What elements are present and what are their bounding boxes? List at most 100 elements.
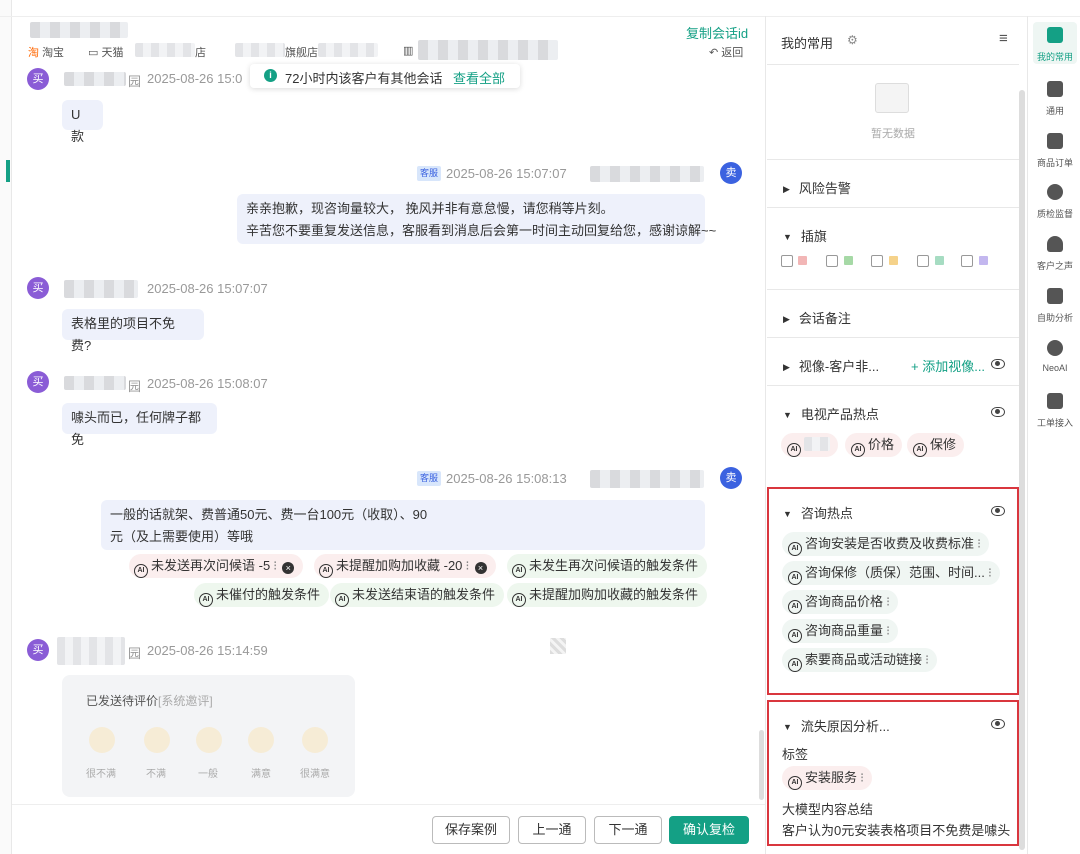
other-sessions-notice: i 72小时内该客户有其他会话 查看全部 [250,64,520,88]
ai-icon: AI [913,443,927,457]
confirm-recheck-button[interactable]: 确认复检 [669,816,749,844]
section-title: 插旗 [800,229,827,244]
hot-tag[interactable]: AI [781,433,838,457]
hot-tag[interactable]: AI 保修 [907,433,965,457]
left-gutter [0,0,12,854]
nav-general[interactable]: 通用 [1030,81,1080,117]
flag-checkbox[interactable] [871,255,883,267]
consult-tag[interactable]: AI 索要商品或活动链接 ⁝ [782,648,938,672]
section-title: 会话备注 [798,311,851,326]
add-video-link[interactable]: + 添加视像... [911,356,985,375]
caret-down-icon[interactable]: ▼ [783,722,792,732]
hot-tag[interactable]: AI 价格 [845,433,903,457]
nav-neoai[interactable]: NeoAI [1030,340,1080,373]
copy-session-id-link[interactable]: 复制会话id [686,23,748,42]
qc-tag-trigger[interactable]: AI 未发生再次问候语的触发条件 [507,554,708,578]
more-icon[interactable]: ⁝ [977,536,981,551]
face-unhappy-icon[interactable] [144,727,170,753]
shop-tmall: ▭ 天猫 [88,47,124,59]
more-icon[interactable]: ⁝ [860,770,864,785]
prev-session-button[interactable]: 上一通 [518,816,586,844]
eye-icon[interactable] [991,719,1005,729]
caret-down-icon[interactable]: ▼ [783,509,792,519]
seller-badge: 客服 [417,471,442,486]
qc-tag-trigger[interactable]: AI 未发送结束语的触发条件 [330,583,505,607]
nav-customer-voice[interactable]: 客户之声 [1030,236,1080,272]
ai-icon: AI [787,443,801,457]
store-icon: ▥ [403,45,414,57]
flag-checkbox[interactable] [961,255,973,267]
chart-icon [1047,288,1063,304]
seller-avatar: 卖 [720,467,742,489]
consult-tag[interactable]: AI 咨询商品重量 ⁝ [782,619,899,643]
view-all-link[interactable]: 查看全部 [453,68,505,87]
more-icon[interactable]: ⁝ [925,652,929,667]
ai-icon: AI [851,443,865,457]
shop-store: 店 [195,47,206,59]
nav-product-order[interactable]: 商品订单 [1030,133,1080,169]
shop-blur-3 [318,43,378,57]
more-icon[interactable]: ⁝ [886,594,890,609]
nav-ticket[interactable]: 工单接入 [1030,393,1080,429]
panel-scrollbar[interactable] [1019,90,1025,850]
buyer-avatar: 买 [27,371,49,393]
seller-name-blur [590,166,704,182]
more-icon[interactable]: ⁝ [886,623,890,638]
caret-right-icon: ▶ [783,314,790,324]
message-bubble: U 款 [62,100,103,144]
qc-tag-deduction[interactable]: AI 未提醒加购加收藏 -20 ⁝ × [314,554,496,578]
face-very-happy-icon[interactable] [302,727,328,753]
flag-purple-icon [979,256,988,265]
close-icon[interactable]: × [474,562,487,574]
face-happy-icon[interactable] [248,727,274,753]
back-button[interactable]: ↶ 返回 [709,44,743,60]
more-icon[interactable]: ⁝ [988,565,992,580]
eye-icon[interactable] [991,359,1005,369]
shop-blur-1 [135,43,195,57]
section-video[interactable]: ▶ 视像-客户非... + 添加视像... [767,337,1019,385]
undo-icon: ↶ [709,47,719,59]
app-root: { "header": { "copy_session_id": "复制会话id… [0,0,1080,854]
nav-my-common[interactable]: 我的常用 [1030,27,1080,63]
caret-right-icon: ▶ [783,362,790,372]
flag-checkbox[interactable] [781,255,793,267]
chat-icon [1047,81,1063,97]
save-case-button[interactable]: 保存案例 [432,816,510,844]
settings-icon[interactable]: ⚙ [847,33,858,47]
flag-checkbox[interactable] [917,255,929,267]
nav-self-analysis[interactable]: 自助分析 [1030,288,1080,324]
message-time: 2025-08-26 15:08:07 [147,376,268,391]
next-session-button[interactable]: 下一通 [594,816,662,844]
face-very-unhappy-icon[interactable] [89,727,115,753]
flag-checkbox[interactable] [826,255,838,267]
caret-down-icon[interactable]: ▼ [783,232,792,242]
nav-divider [1027,16,1028,854]
message-line: 辛苦您不要重复发送信息，客服看到消息后会第一时间主动回复给您，感谢谅解~~ [246,223,717,238]
flag-teal-icon [935,256,944,265]
qc-tag-trigger[interactable]: AI 未提醒加购加收藏的触发条件 [507,583,708,607]
nav-qc-supervision[interactable]: 质检监督 [1030,184,1080,220]
buyer-name-suffix: 园 [128,74,142,89]
more-icon[interactable]: ⁝ [273,558,277,573]
churn-tag[interactable]: AI 安装服务 ⁝ [782,766,873,790]
eye-icon[interactable] [991,407,1005,417]
caret-down-icon[interactable]: ▼ [783,410,792,420]
rating-label: 很满意 [300,769,330,780]
face-neutral-icon[interactable] [196,727,222,753]
close-icon[interactable]: × [282,562,295,574]
collapse-menu-icon[interactable]: ≡ [999,30,1008,47]
consult-tag[interactable]: AI 咨询保修（质保）范围、时间... ⁝ [782,561,1000,585]
consult-tag[interactable]: AI 咨询安装是否收费及收费标准 ⁝ [782,532,990,556]
qc-tag-trigger[interactable]: AI 未催付的触发条件 [194,583,330,607]
ai-icon: AI [512,593,526,607]
chat-scrollbar[interactable] [759,730,764,800]
qc-tag-deduction[interactable]: AI 未发送再次问候语 -5 ⁝ × [129,554,304,578]
section-session-note[interactable]: ▶ 会话备注 [767,289,1019,337]
more-icon[interactable]: ⁝ [465,558,469,573]
flag-red-icon [798,256,807,265]
section-risk-alert[interactable]: ▶ 风险告警 [767,159,1019,207]
message-bubble: 一般的话就架、费普通50元、费一台100元（收取）、90 元（及上需要使用）等哦 [101,500,705,550]
taobao-icon: 淘 [28,47,39,59]
consult-tag[interactable]: AI 咨询商品价格 ⁝ [782,590,899,614]
eye-icon[interactable] [991,506,1005,516]
